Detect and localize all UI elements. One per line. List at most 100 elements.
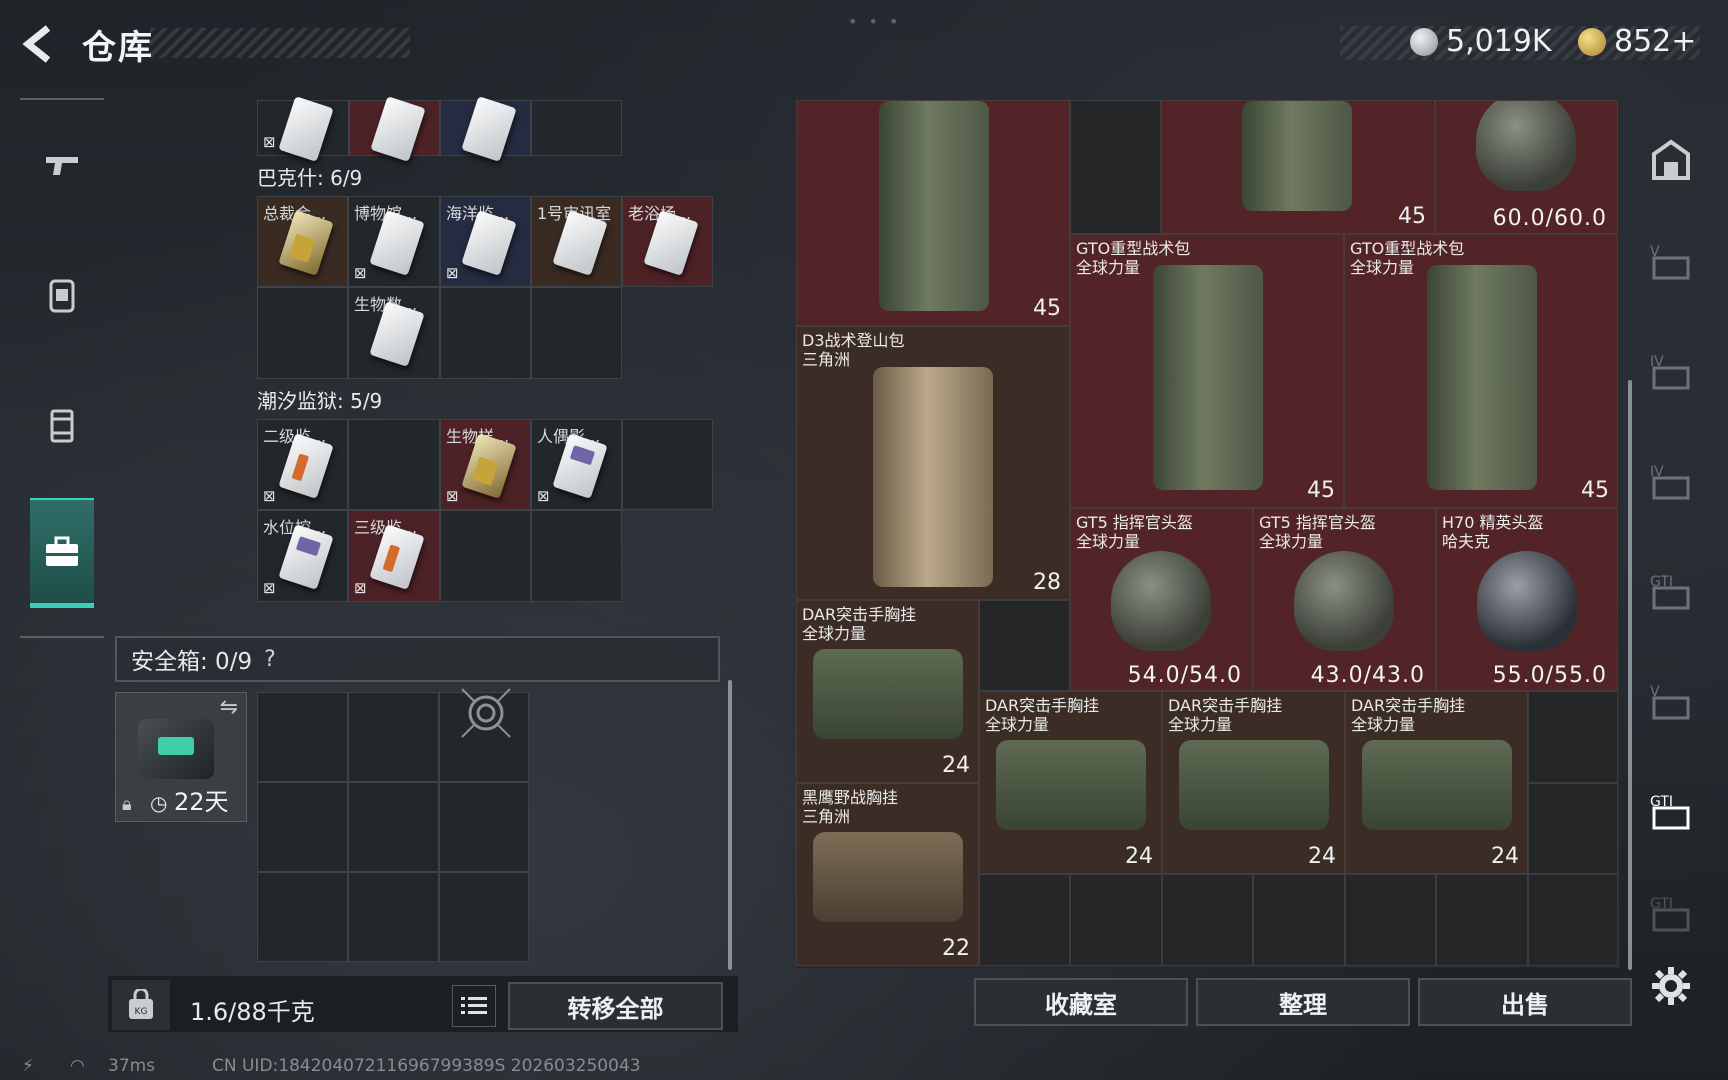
empty-slot[interactable]	[439, 782, 529, 872]
silver-currency[interactable]: 5,019K	[1410, 24, 1552, 59]
backpack-art	[873, 367, 993, 587]
empty-slot[interactable]	[257, 782, 348, 872]
empty-slot[interactable]	[439, 688, 529, 782]
backpack-art	[1153, 265, 1263, 490]
weight-lock-button[interactable]: KG	[112, 980, 170, 1030]
key-card-item[interactable]: 博物馆...⊠	[348, 196, 440, 287]
nav-consumables[interactable]	[30, 370, 94, 480]
back-arrow-icon[interactable]	[18, 22, 62, 66]
empty-slot[interactable]	[348, 872, 439, 962]
key-card-item[interactable]: 海洋监...⊠	[440, 196, 531, 287]
empty-slot[interactable]	[440, 510, 531, 602]
transfer-all-button[interactable]: 转移全部	[508, 982, 723, 1030]
key-card-item[interactable]: 生物样...⊠	[440, 419, 531, 510]
nav-keys[interactable]	[30, 498, 94, 608]
empty-slot[interactable]	[979, 874, 1070, 966]
backpack-item[interactable]: 45	[1161, 100, 1435, 234]
empty-slot[interactable]	[1345, 874, 1436, 966]
empty-slot[interactable]	[1253, 874, 1345, 966]
chest-rig-item[interactable]: DAR突击手胸挂 全球力量 24	[1345, 691, 1528, 874]
empty-slot[interactable]	[439, 872, 529, 962]
empty-slot[interactable]	[440, 287, 531, 379]
tab-iv-medical-icon[interactable]: IV	[1648, 348, 1694, 394]
safebox-grid	[257, 688, 529, 962]
tab-iv-folder-icon[interactable]: IV	[1648, 458, 1694, 504]
silver-coin-icon	[1410, 27, 1438, 56]
tab-gti-active-icon[interactable]: GTI	[1648, 788, 1694, 834]
empty-slot[interactable]	[1070, 100, 1161, 234]
collection-room-button[interactable]: 收藏室	[974, 978, 1188, 1026]
grip-dots-icon: • • •	[848, 12, 902, 31]
chest-rig-item[interactable]: DAR突击手胸挂 全球力量 24	[979, 691, 1162, 874]
backpack-item[interactable]: 45	[796, 100, 1070, 326]
empty-slot[interactable]	[531, 510, 622, 602]
backpack-item[interactable]: GTO重型战术包 全球力量 45	[1344, 234, 1618, 508]
chest-rig-item[interactable]: DAR突击手胸挂 全球力量 24	[1162, 691, 1345, 874]
empty-slot[interactable]	[257, 872, 348, 962]
key-card-item[interactable]: 生物数...	[348, 287, 440, 379]
empty-slot[interactable]	[1436, 874, 1528, 966]
empty-slot[interactable]	[531, 287, 622, 379]
empty-slot[interactable]	[348, 692, 439, 782]
empty-slot[interactable]	[1162, 874, 1253, 966]
key-card-item[interactable]: 总裁会...	[257, 196, 348, 287]
card-slot[interactable]	[440, 96, 531, 162]
tab-gti2-icon[interactable]: GTI	[1648, 890, 1694, 936]
stash-home-icon[interactable]	[1648, 138, 1694, 184]
organize-button[interactable]: 整理	[1196, 978, 1410, 1026]
capacity-badge: 45	[1307, 478, 1335, 503]
empty-slot[interactable]	[531, 100, 622, 156]
key-card-item[interactable]: 二级监...⊠	[257, 419, 348, 510]
safebox-item[interactable]: ⇋ 🔒︎ ◷ 22天	[115, 692, 247, 822]
settings-gear-icon[interactable]	[1650, 965, 1692, 1007]
right-scrollbar[interactable]	[1628, 380, 1632, 970]
wifi-icon: ◠	[70, 1056, 85, 1076]
empty-slot[interactable]	[622, 419, 713, 510]
sell-button[interactable]: 出售	[1418, 978, 1632, 1026]
category-nav	[20, 98, 104, 638]
item-name: D3战术登山包 三角洲	[802, 331, 905, 369]
list-view-button[interactable]	[452, 985, 496, 1027]
empty-slot[interactable]	[1070, 874, 1162, 966]
swap-icon[interactable]: ⇋	[220, 695, 238, 720]
tab-v-icon[interactable]: V	[1648, 238, 1694, 284]
empty-slot[interactable]	[1528, 874, 1618, 966]
nav-weapons[interactable]	[30, 110, 94, 220]
list-icon	[461, 997, 487, 1014]
backpack-item[interactable]: GTO重型战术包 全球力量 45	[1070, 234, 1344, 508]
help-icon[interactable]: ?	[264, 647, 276, 672]
empty-slot[interactable]	[257, 287, 348, 379]
capacity-badge: 45	[1581, 478, 1609, 503]
key-card-item[interactable]: 1号审讯室	[531, 196, 622, 287]
rig-art	[813, 649, 963, 739]
unbound-icon: ⊠	[354, 264, 367, 282]
tab-v2-icon[interactable]: V	[1648, 678, 1694, 724]
nav-gear[interactable]	[30, 240, 94, 350]
helmet-art	[1294, 551, 1394, 651]
empty-slot[interactable]	[348, 782, 439, 872]
empty-slot[interactable]	[1528, 691, 1618, 783]
item-name: DAR突击手胸挂 全球力量	[1168, 696, 1283, 734]
gold-currency[interactable]: 852+	[1578, 24, 1696, 59]
empty-slot[interactable]	[257, 692, 348, 782]
left-scrollbar[interactable]	[728, 680, 732, 970]
helmet-item[interactable]: GT5 指挥官头盔 全球力量 54.0/54.0	[1070, 508, 1253, 691]
durability: 55.0/55.0	[1492, 663, 1607, 688]
key-card-item[interactable]: 人偶影...⊠	[531, 419, 622, 510]
chest-rig-item[interactable]: 黑鹰野战胸挂 三角洲 22	[796, 783, 979, 966]
helmet-item[interactable]: GT5 指挥官头盔 全球力量 43.0/43.0	[1253, 508, 1436, 691]
key-card-item[interactable]: 水位控...⊠	[257, 510, 348, 602]
helmet-item[interactable]: H70 精英头盔 哈夫克 55.0/55.0	[1436, 508, 1618, 691]
key-card-item[interactable]: 三级监...⊠	[348, 510, 440, 602]
empty-slot[interactable]	[1528, 783, 1618, 874]
card-slot[interactable]: ⊠	[257, 96, 349, 162]
card-slot[interactable]	[349, 96, 440, 162]
empty-slot[interactable]	[348, 419, 440, 510]
tab-gti-icon[interactable]: GTI	[1648, 568, 1694, 614]
unbound-icon: ⊠	[263, 133, 276, 151]
chest-rig-item[interactable]: DAR突击手胸挂 全球力量 24	[796, 600, 979, 783]
backpack-item[interactable]: D3战术登山包 三角洲 28	[796, 326, 1070, 600]
empty-slot[interactable]	[979, 600, 1070, 691]
helmet-item[interactable]: 60.0/60.0	[1435, 100, 1618, 234]
key-card-item[interactable]: 老浴场...	[622, 196, 713, 287]
